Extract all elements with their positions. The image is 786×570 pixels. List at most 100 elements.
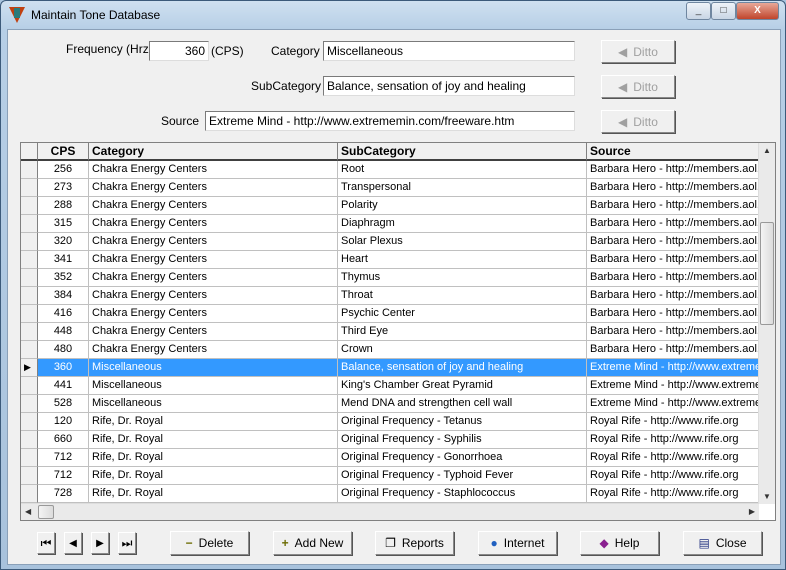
scroll-right-icon[interactable]: ▶ bbox=[749, 507, 755, 516]
cell-cps[interactable]: 712 bbox=[38, 449, 89, 467]
frequency-input[interactable]: 360 bbox=[149, 41, 209, 61]
row-indicator[interactable] bbox=[21, 341, 38, 359]
table-row[interactable]: 256 Chakra Energy Centers Root Barbara Hero… bbox=[21, 161, 759, 179]
table-row[interactable]: 441 Miscellaneous King's Chamber Great Pyr… bbox=[21, 377, 759, 395]
cell-category[interactable]: Chakra Energy Centers bbox=[89, 323, 338, 341]
cell-cps[interactable]: 712 bbox=[38, 467, 89, 485]
table-row[interactable]: 480 Chakra Energy Centers Crown Barbara Her… bbox=[21, 341, 759, 359]
scroll-left-icon[interactable]: ◀ bbox=[25, 507, 31, 516]
table-row[interactable]: 273 Chakra Energy Centers Transpersonal Bar… bbox=[21, 179, 759, 197]
horizontal-scrollbar[interactable]: ◀ ▶ bbox=[21, 503, 759, 520]
cell-category[interactable]: Chakra Energy Centers bbox=[89, 179, 338, 197]
row-indicator[interactable] bbox=[21, 215, 38, 233]
next-record-button[interactable]: ▶ bbox=[91, 532, 109, 554]
column-header-cps[interactable]: CPS bbox=[38, 143, 89, 161]
cell-source[interactable]: Barbara Hero - http://members.aol.com bbox=[587, 197, 759, 215]
prev-record-button[interactable]: ◀ bbox=[64, 532, 82, 554]
cell-category[interactable]: Rife, Dr. Royal bbox=[89, 431, 338, 449]
table-row[interactable]: 728 Rife, Dr. Royal Original Frequency - S… bbox=[21, 485, 759, 503]
cell-category[interactable]: Chakra Energy Centers bbox=[89, 215, 338, 233]
table-row[interactable]: 341 Chakra Energy Centers Heart Barbara Her… bbox=[21, 251, 759, 269]
table-row[interactable]: 288 Chakra Energy Centers Polarity Barbara … bbox=[21, 197, 759, 215]
cell-subcategory[interactable]: Solar Plexus bbox=[338, 233, 587, 251]
cell-subcategory[interactable]: Polarity bbox=[338, 197, 587, 215]
cell-cps[interactable]: 360 bbox=[38, 359, 89, 377]
cell-category[interactable]: Miscellaneous bbox=[89, 359, 338, 377]
cell-cps[interactable]: 315 bbox=[38, 215, 89, 233]
cell-cps[interactable]: 416 bbox=[38, 305, 89, 323]
row-indicator[interactable]: ▶ bbox=[21, 359, 38, 377]
cell-category[interactable]: Rife, Dr. Royal bbox=[89, 485, 338, 503]
cell-source[interactable]: Barbara Hero - http://members.aol.com bbox=[587, 341, 759, 359]
cell-subcategory[interactable]: Transpersonal bbox=[338, 179, 587, 197]
cell-cps[interactable]: 384 bbox=[38, 287, 89, 305]
row-indicator[interactable] bbox=[21, 251, 38, 269]
row-indicator[interactable] bbox=[21, 287, 38, 305]
close-window-button[interactable]: X bbox=[736, 2, 779, 20]
cell-subcategory[interactable]: Mend DNA and strengthen cell wall bbox=[338, 395, 587, 413]
cell-subcategory[interactable]: Psychic Center bbox=[338, 305, 587, 323]
cell-source[interactable]: Barbara Hero - http://members.aol.com bbox=[587, 323, 759, 341]
cell-cps[interactable]: 480 bbox=[38, 341, 89, 359]
table-row[interactable]: 120 Rife, Dr. Royal Original Frequency - T… bbox=[21, 413, 759, 431]
table-row[interactable]: 416 Chakra Energy Centers Psychic Center Ba… bbox=[21, 305, 759, 323]
cell-cps[interactable]: 728 bbox=[38, 485, 89, 503]
table-row[interactable]: 660 Rife, Dr. Royal Original Frequency - S… bbox=[21, 431, 759, 449]
subcategory-input[interactable]: Balance, sensation of joy and healing bbox=[323, 76, 575, 96]
source-input[interactable]: Extreme Mind - http://www.extrememin.com… bbox=[205, 111, 575, 131]
cell-source[interactable]: Royal Rife - http://www.rife.org bbox=[587, 431, 759, 449]
cell-subcategory[interactable]: Original Frequency - Syphilis bbox=[338, 431, 587, 449]
cell-source[interactable]: Royal Rife - http://www.rife.org bbox=[587, 413, 759, 431]
cell-category[interactable]: Chakra Energy Centers bbox=[89, 197, 338, 215]
cell-category[interactable]: Chakra Energy Centers bbox=[89, 341, 338, 359]
ditto-source-button[interactable]: ◀ Ditto bbox=[601, 110, 675, 133]
cell-cps[interactable]: 288 bbox=[38, 197, 89, 215]
horizontal-scroll-thumb[interactable] bbox=[38, 505, 54, 519]
cell-source[interactable]: Extreme Mind - http://www.extrememin.com bbox=[587, 377, 759, 395]
cell-category[interactable]: Chakra Energy Centers bbox=[89, 233, 338, 251]
table-row[interactable]: 384 Chakra Energy Centers Throat Barbara He… bbox=[21, 287, 759, 305]
table-row[interactable]: 315 Chakra Energy Centers Diaphragm Barbara… bbox=[21, 215, 759, 233]
row-indicator[interactable] bbox=[21, 449, 38, 467]
table-row[interactable]: 320 Chakra Energy Centers Solar Plexus Barb… bbox=[21, 233, 759, 251]
row-indicator[interactable] bbox=[21, 395, 38, 413]
cell-source[interactable]: Barbara Hero - http://members.aol.com bbox=[587, 215, 759, 233]
cell-cps[interactable]: 528 bbox=[38, 395, 89, 413]
table-row[interactable]: ▶ 360 Miscellaneous Balance, sensation of j… bbox=[21, 359, 759, 377]
cell-source[interactable]: Barbara Hero - http://members.aol.com bbox=[587, 161, 759, 179]
cell-subcategory[interactable]: King's Chamber Great Pyramid bbox=[338, 377, 587, 395]
cell-source[interactable]: Extreme Mind - http://www.extrememin.com bbox=[587, 395, 759, 413]
row-indicator[interactable] bbox=[21, 197, 38, 215]
cell-cps[interactable]: 448 bbox=[38, 323, 89, 341]
cell-category[interactable]: Rife, Dr. Royal bbox=[89, 467, 338, 485]
cell-category[interactable]: Rife, Dr. Royal bbox=[89, 413, 338, 431]
cell-category[interactable]: Chakra Energy Centers bbox=[89, 251, 338, 269]
reports-button[interactable]: ❐ Reports bbox=[375, 531, 454, 555]
internet-button[interactable]: ● Internet bbox=[478, 531, 557, 555]
row-indicator[interactable] bbox=[21, 413, 38, 431]
cell-subcategory[interactable]: Third Eye bbox=[338, 323, 587, 341]
row-indicator[interactable] bbox=[21, 377, 38, 395]
column-header-category[interactable]: Category bbox=[89, 143, 338, 161]
table-row[interactable]: 528 Miscellaneous Mend DNA and strengthen … bbox=[21, 395, 759, 413]
scroll-up-icon[interactable]: ▲ bbox=[763, 146, 771, 155]
cell-category[interactable]: Chakra Energy Centers bbox=[89, 269, 338, 287]
row-indicator[interactable] bbox=[21, 161, 38, 179]
tone-grid[interactable]: CPS Category SubCategory Source 256 Chakr… bbox=[20, 142, 776, 521]
row-indicator[interactable] bbox=[21, 233, 38, 251]
cell-subcategory[interactable]: Heart bbox=[338, 251, 587, 269]
cell-source[interactable]: Barbara Hero - http://members.aol.com bbox=[587, 233, 759, 251]
row-indicator[interactable] bbox=[21, 467, 38, 485]
cell-source[interactable]: Royal Rife - http://www.rife.org bbox=[587, 467, 759, 485]
cell-subcategory[interactable]: Thymus bbox=[338, 269, 587, 287]
row-indicator[interactable] bbox=[21, 485, 38, 503]
ditto-subcategory-button[interactable]: ◀ Ditto bbox=[601, 75, 675, 98]
cell-subcategory[interactable]: Diaphragm bbox=[338, 215, 587, 233]
add-new-button[interactable]: + Add New bbox=[273, 531, 352, 555]
cell-source[interactable]: Royal Rife - http://www.rife.org bbox=[587, 449, 759, 467]
cell-category[interactable]: Chakra Energy Centers bbox=[89, 287, 338, 305]
cell-category[interactable]: Chakra Energy Centers bbox=[89, 161, 338, 179]
cell-subcategory[interactable]: Crown bbox=[338, 341, 587, 359]
row-indicator[interactable] bbox=[21, 431, 38, 449]
cell-cps[interactable]: 256 bbox=[38, 161, 89, 179]
